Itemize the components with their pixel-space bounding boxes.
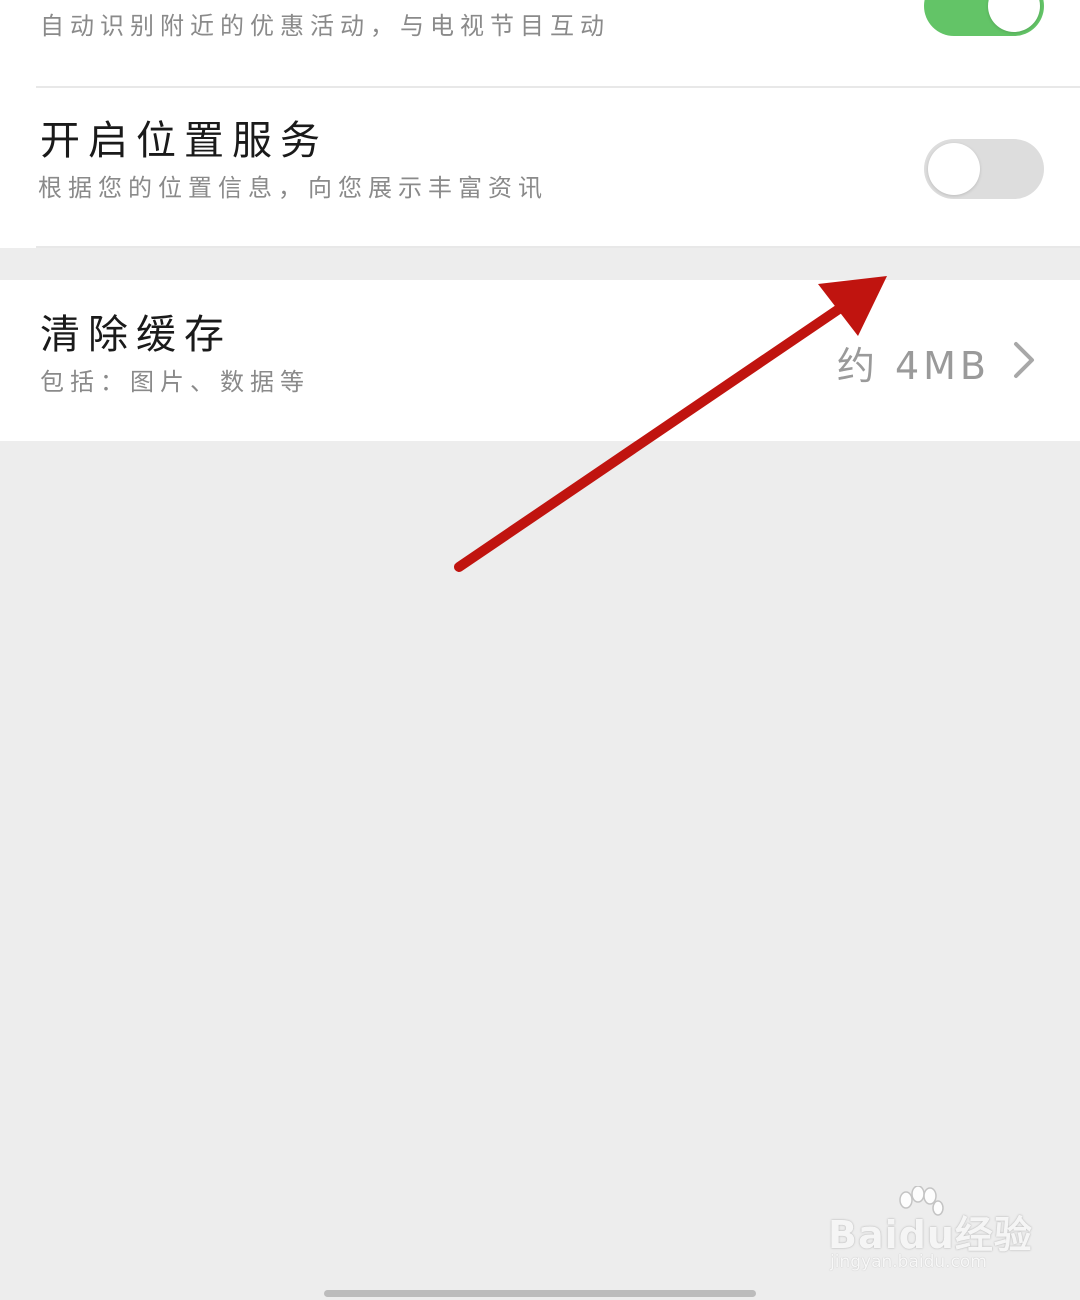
clear-cache-title: 清除缓存 xyxy=(40,312,232,358)
settings-card-top: 自动识别附近的优惠活动，与电视节目互动 开启位置服务 根据您的位置信息，向您展示… xyxy=(0,0,1080,248)
location-service-title: 开启位置服务 xyxy=(40,118,328,164)
watermark-url: jingyan.baidu.com xyxy=(830,1252,987,1272)
nearby-activity-toggle[interactable] xyxy=(924,0,1044,36)
settings-card-cache: 清除缓存 包括：图片、数据等 约 4MB xyxy=(0,280,1080,441)
row-divider xyxy=(36,246,1080,248)
home-indicator[interactable] xyxy=(324,1290,756,1297)
clear-cache-subtitle: 包括：图片、数据等 xyxy=(40,368,310,396)
baidu-jingyan-watermark: Baidu经验 jingyan.baidu.com xyxy=(828,1186,1032,1278)
cache-size-value: 约 4MB xyxy=(836,344,990,388)
watermark-brand: Baidu经验 xyxy=(828,1213,1033,1257)
location-service-row[interactable]: 开启位置服务 根据您的位置信息，向您展示丰富资讯 xyxy=(0,88,1080,248)
location-service-toggle[interactable] xyxy=(924,139,1044,199)
toggle-knob xyxy=(988,0,1040,32)
toggle-knob xyxy=(928,143,980,195)
chevron-right-icon xyxy=(1014,342,1034,378)
clear-cache-row[interactable]: 清除缓存 包括：图片、数据等 约 4MB xyxy=(0,280,1080,441)
nearby-activity-subtitle: 自动识别附近的优惠活动，与电视节目互动 xyxy=(40,12,610,40)
nearby-activity-row[interactable]: 自动识别附近的优惠活动，与电视节目互动 xyxy=(0,0,1080,86)
location-service-subtitle: 根据您的位置信息，向您展示丰富资讯 xyxy=(38,174,548,202)
settings-page: 自动识别附近的优惠活动，与电视节目互动 开启位置服务 根据您的位置信息，向您展示… xyxy=(0,0,1080,1300)
